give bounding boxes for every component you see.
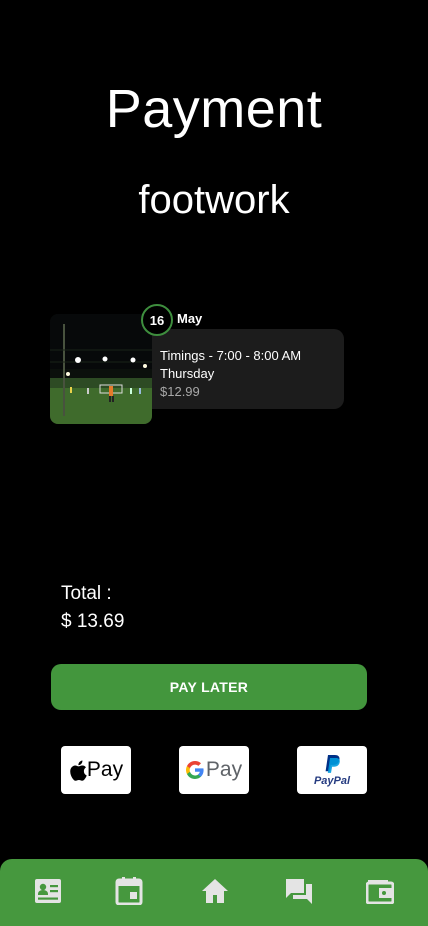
google-logo-icon xyxy=(185,761,204,779)
chat-icon xyxy=(286,879,312,904)
booking-weekday: Thursday xyxy=(160,366,215,381)
bottom-navigation xyxy=(0,859,428,926)
paypal-label: PayPal xyxy=(313,774,351,787)
calendar-icon xyxy=(115,877,143,905)
date-month: May xyxy=(177,311,203,326)
home-icon xyxy=(202,879,228,903)
nav-bookings[interactable] xyxy=(113,875,145,907)
total-amount: $ 13.69 xyxy=(61,611,125,632)
date-day-badge: 16 xyxy=(141,304,173,336)
google-pay-label: Pay xyxy=(205,758,243,781)
paypal-logo-icon xyxy=(325,754,340,773)
apple-pay-label: Pay xyxy=(86,758,124,781)
nav-wallet[interactable] xyxy=(364,875,396,907)
apple-pay-button[interactable]: Pay xyxy=(61,746,131,794)
booking-card: 16 May Timings - 7:00 - 8:00 AM Thursday… xyxy=(50,304,350,428)
football-pitch-image xyxy=(50,314,152,424)
booking-info: Timings - 7:00 - 8:00 AM Thursday $12.99 xyxy=(160,347,301,401)
google-pay-button[interactable]: Pay xyxy=(179,746,249,794)
nav-messages[interactable] xyxy=(283,875,315,907)
apple-logo-icon xyxy=(70,760,87,781)
page-title: Payment xyxy=(105,79,323,139)
booking-price: $12.99 xyxy=(160,384,200,399)
wallet-icon xyxy=(366,880,394,904)
pay-later-button[interactable]: PAY LATER xyxy=(51,664,367,710)
total-label: Total : xyxy=(61,583,112,604)
booking-timings: Timings - 7:00 - 8:00 AM xyxy=(160,348,302,363)
nav-profile[interactable] xyxy=(32,875,64,907)
venue-thumbnail xyxy=(50,314,152,424)
id-card-icon xyxy=(35,879,61,903)
nav-home[interactable] xyxy=(199,875,231,907)
venue-name: footwork xyxy=(138,178,290,222)
paypal-button[interactable]: PayPal xyxy=(297,746,367,794)
